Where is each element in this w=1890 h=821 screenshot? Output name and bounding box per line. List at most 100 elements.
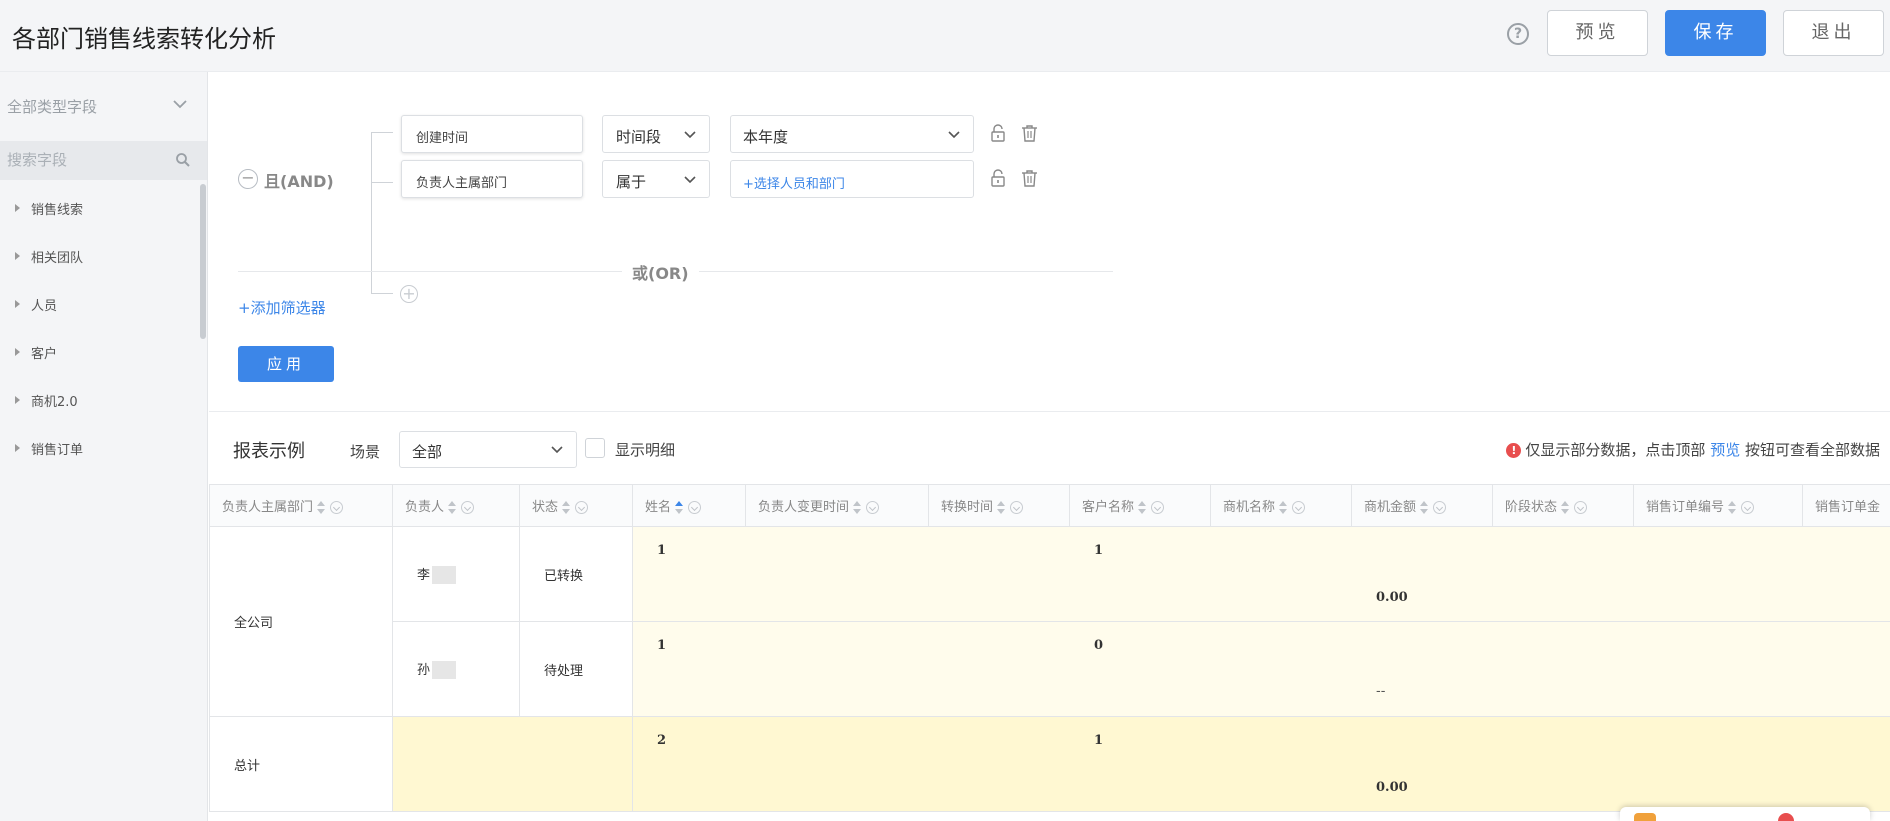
- column-header[interactable]: 转换时间: [928, 484, 1070, 527]
- column-filter-icon[interactable]: [461, 501, 475, 514]
- chevron-down-icon[interactable]: [172, 96, 188, 112]
- owner-name: 李: [417, 567, 431, 583]
- condition-field-2[interactable]: 负责人主属部门: [401, 160, 583, 198]
- sidebar-item-opportunity[interactable]: 商机2.0: [0, 386, 198, 416]
- sidebar-scrollbar[interactable]: [200, 184, 206, 339]
- sidebar-item-customer[interactable]: 客户: [0, 338, 198, 368]
- add-condition-icon[interactable]: +: [400, 285, 418, 303]
- scene-select[interactable]: 全部: [399, 431, 577, 468]
- column-header[interactable]: 阶段状态: [1492, 484, 1634, 527]
- caret-right-icon[interactable]: [15, 348, 20, 356]
- total-values-group: 2 1 0.00: [632, 716, 1890, 812]
- unlock-icon[interactable]: [990, 124, 1006, 142]
- logic-or-label: 或(OR): [622, 260, 699, 284]
- help-icon[interactable]: ?: [1507, 23, 1529, 45]
- caret-right-icon[interactable]: [15, 396, 20, 404]
- save-button[interactable]: 保存: [1665, 10, 1766, 56]
- column-header[interactable]: 销售订单金: [1802, 484, 1890, 527]
- condition-field-1[interactable]: 创建时间: [401, 115, 583, 153]
- sort-icon[interactable]: [1728, 500, 1737, 515]
- column-header[interactable]: 销售订单编号: [1633, 484, 1803, 527]
- collapse-group-icon[interactable]: −: [238, 169, 258, 189]
- report-table: 负责人主属部门 负责人 状态 姓名 负责人变更时间 转换时间 客户名称 商机名称…: [209, 484, 1890, 812]
- chat-widget[interactable]: [1620, 807, 1870, 821]
- column-header[interactable]: 负责人: [392, 484, 520, 527]
- sort-icon[interactable]: [1279, 500, 1288, 515]
- exit-button[interactable]: 退出: [1783, 10, 1884, 56]
- column-header[interactable]: 负责人变更时间: [745, 484, 929, 527]
- status-cell: 待处理: [519, 621, 633, 717]
- condition-operator-2[interactable]: 属于: [602, 160, 710, 198]
- sort-icon[interactable]: [448, 500, 457, 515]
- apply-button[interactable]: 应用: [238, 346, 334, 382]
- chevron-down-icon: [684, 131, 696, 139]
- sidebar-item-people[interactable]: 人员: [0, 290, 198, 320]
- column-header[interactable]: 姓名: [632, 484, 746, 527]
- caret-right-icon[interactable]: [15, 252, 20, 260]
- sidebar-item-related-team[interactable]: 相关团队: [0, 242, 198, 272]
- column-filter-icon[interactable]: [1292, 501, 1306, 514]
- notice-text-prefix: 仅显示部分数据，点击顶部: [1525, 441, 1706, 459]
- caret-right-icon[interactable]: [15, 444, 20, 452]
- select-people-dept-link[interactable]: +选择人员和部门: [730, 160, 974, 198]
- column-filter-icon[interactable]: [1741, 501, 1755, 514]
- sort-icon[interactable]: [562, 500, 571, 515]
- warning-icon: !: [1506, 443, 1522, 458]
- customer-count-value: 0: [1094, 638, 1104, 653]
- condition-operator-1[interactable]: 时间段: [602, 115, 710, 153]
- column-filter-icon[interactable]: [1010, 501, 1024, 514]
- sidebar-item-leads[interactable]: 销售线索: [0, 194, 198, 224]
- field-type-select[interactable]: 全部类型字段: [7, 96, 97, 117]
- column-filter-icon[interactable]: [688, 501, 702, 514]
- sort-icon[interactable]: [675, 500, 684, 515]
- dept-cell: 全公司: [209, 526, 393, 717]
- field-search-input[interactable]: [7, 151, 167, 169]
- add-filter-link[interactable]: +添加筛选器: [238, 297, 326, 318]
- column-header[interactable]: 客户名称: [1069, 484, 1211, 527]
- sidebar-item-label: 相关团队: [31, 251, 84, 266]
- total-customer-count-value: 1: [1094, 733, 1104, 748]
- total-amount-value: 0.00: [1376, 780, 1408, 795]
- condition-bracket: [371, 132, 393, 294]
- sort-icon[interactable]: [997, 500, 1006, 515]
- sort-icon[interactable]: [1420, 500, 1429, 515]
- caret-right-icon[interactable]: [15, 300, 20, 308]
- table-row: 全公司 李 已转换 1 1 0.00 --: [209, 526, 1890, 717]
- customer-count-value: 1: [1094, 543, 1104, 558]
- column-filter-icon[interactable]: [1151, 501, 1165, 514]
- sort-icon[interactable]: [1138, 500, 1147, 515]
- chat-badge: [1778, 813, 1794, 821]
- name-count-value: 1: [657, 638, 667, 653]
- sort-icon[interactable]: [853, 500, 862, 515]
- owner-cell: 李: [392, 526, 520, 622]
- trash-icon[interactable]: [1021, 169, 1038, 187]
- sidebar-item-label: 人员: [31, 299, 58, 314]
- trash-icon[interactable]: [1021, 124, 1038, 142]
- status-cell: 已转换: [519, 526, 633, 622]
- filter-area: − 且(AND) 创建时间 时间段 本年度 负责人主属部门 属于 +选择人员和部…: [209, 72, 1890, 412]
- preview-button[interactable]: 预览: [1547, 10, 1648, 56]
- caret-right-icon[interactable]: [15, 204, 20, 212]
- sort-icon[interactable]: [317, 500, 326, 515]
- notice-preview-link[interactable]: 预览: [1710, 441, 1740, 459]
- show-detail-checkbox[interactable]: [585, 438, 605, 458]
- column-header[interactable]: 商机名称: [1210, 484, 1352, 527]
- column-filter-icon[interactable]: [575, 501, 589, 514]
- condition-value-1[interactable]: 本年度: [730, 115, 974, 153]
- condition-operator-label: 属于: [616, 173, 647, 191]
- search-icon[interactable]: [175, 152, 191, 168]
- column-filter-icon[interactable]: [330, 501, 344, 514]
- column-header[interactable]: 负责人主属部门: [209, 484, 393, 527]
- column-filter-icon[interactable]: [866, 501, 880, 514]
- column-filter-icon[interactable]: [1574, 501, 1588, 514]
- column-filter-icon[interactable]: [1433, 501, 1447, 514]
- column-header[interactable]: 商机金额: [1351, 484, 1493, 527]
- column-header[interactable]: 状态: [519, 484, 633, 527]
- masked-name: [432, 661, 457, 680]
- show-detail-label: 显示明细: [615, 441, 676, 459]
- table-row: 孙 待处理 1 0 -- --: [210, 621, 1890, 717]
- sidebar-item-sales-order[interactable]: 销售订单: [0, 434, 198, 464]
- top-bar: 各部门销售线索转化分析 ? 预览 保存 退出: [0, 0, 1890, 72]
- unlock-icon[interactable]: [990, 169, 1006, 187]
- sort-icon[interactable]: [1561, 500, 1570, 515]
